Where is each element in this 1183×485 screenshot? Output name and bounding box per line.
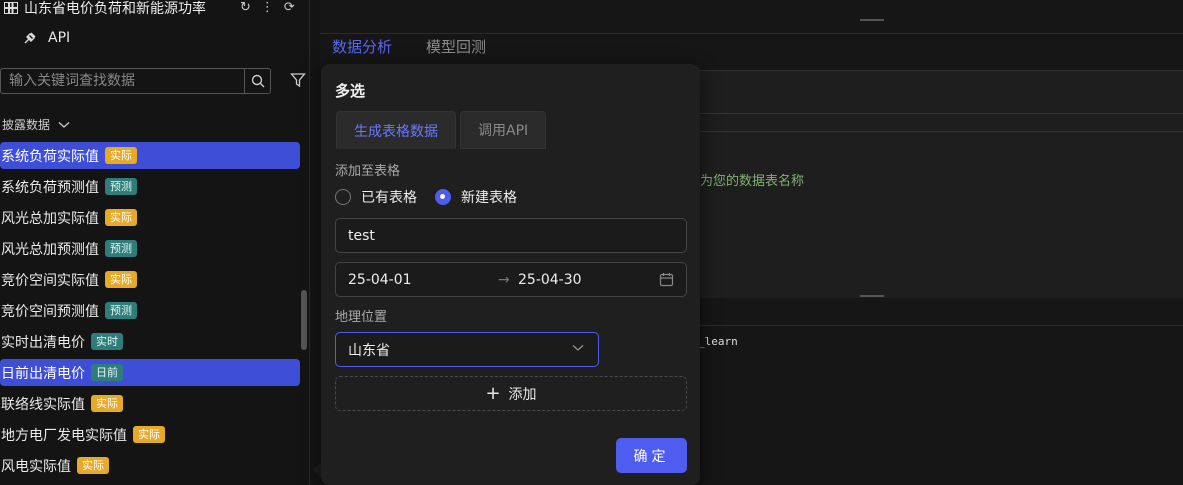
table-name-value: test — [348, 227, 375, 244]
hint-text: 为您的数据表名称 — [700, 174, 805, 189]
list-item[interactable]: 系统负荷预测值 预测 — [0, 173, 300, 200]
list-item[interactable]: 地方电厂发电实际值 实际 — [0, 421, 300, 448]
status-badge: 预测 — [105, 240, 137, 257]
sidebar-title-text: 山东省电价负荷和新能源功率 — [24, 1, 206, 17]
chevron-down-icon — [572, 345, 584, 351]
tab-generate-table[interactable]: 生成表格数据 — [336, 111, 456, 149]
table-icon — [4, 2, 18, 14]
list-item[interactable]: 日前出清电价 日前 — [0, 359, 300, 386]
sidebar-title-actions: ↻ ⋮ ⟳ — [240, 0, 295, 15]
add-button[interactable]: + 添加 — [335, 376, 687, 411]
date-end[interactable]: 25-04-30 — [518, 272, 658, 288]
status-badge: 实时 — [91, 333, 123, 350]
status-badge: 预测 — [105, 178, 137, 195]
add-to-table-label: 添加至表格 — [335, 164, 401, 179]
list-item[interactable]: 风电实际值 实际 — [0, 452, 300, 479]
list-item[interactable]: 风光总加实际值 实际 — [0, 204, 300, 231]
list-item[interactable]: 系统负荷实际值 实际 — [0, 142, 300, 169]
filter-icon[interactable] — [290, 72, 306, 88]
radio-existing-table[interactable]: 已有表格 — [335, 187, 417, 207]
multi-select-popover: 多选 生成表格数据 调用API 添加至表格 已有表格 新建表格 test 25-… — [321, 64, 700, 485]
radio-existing-label: 已有表格 — [361, 190, 417, 206]
geo-label: 地理位置 — [335, 310, 388, 325]
list-item-label: 系统负荷实际值 — [1, 148, 99, 165]
table-radio-group: 已有表格 新建表格 — [335, 187, 517, 207]
tab-call-api[interactable]: 调用API — [460, 111, 547, 149]
api-link[interactable]: API — [22, 30, 70, 46]
table-name-input[interactable]: test — [335, 218, 687, 253]
tab-model-backtest[interactable]: 模型回测 — [426, 36, 486, 57]
status-badge: 实际 — [133, 426, 165, 443]
search-input[interactable] — [1, 69, 244, 93]
list-item[interactable]: 竞价空间实际值 实际 — [0, 266, 300, 293]
plus-icon: + — [485, 382, 501, 404]
date-range-picker[interactable]: 25-04-01 → 25-04-30 — [335, 262, 687, 297]
tab-data-analysis[interactable]: 数据分析 — [332, 36, 392, 57]
radio-checked-icon — [435, 189, 451, 205]
refresh-icon[interactable]: ↻ — [240, 0, 251, 15]
status-badge: 实际 — [105, 147, 137, 164]
chevron-down-icon — [58, 121, 70, 128]
search-button[interactable] — [244, 69, 270, 93]
list-item-label: 实时出清电价 — [1, 334, 85, 351]
resize-handle[interactable] — [860, 19, 884, 21]
more-icon[interactable]: ⋮ — [261, 0, 274, 15]
section-header[interactable]: 披露数据 — [2, 116, 70, 133]
list-item-label: 风光总加预测值 — [1, 241, 99, 258]
list-item-label: 系统负荷预测值 — [1, 179, 99, 196]
list-item-label: 竞价空间实际值 — [1, 272, 99, 289]
status-badge: 实际 — [105, 209, 137, 226]
list-item-label: 日前出清电价 — [1, 365, 85, 382]
date-start[interactable]: 25-04-01 — [348, 272, 498, 288]
list-item-label: 地方电厂发电实际值 — [1, 427, 127, 444]
status-badge: 预测 — [105, 302, 137, 319]
list-item[interactable]: 竞价空间预测值 预测 — [0, 297, 300, 324]
sidebar-title: 山东省电价负荷和新能源功率 — [4, 0, 206, 17]
list-item-label: 竞价空间预测值 — [1, 303, 99, 320]
list-item[interactable]: 联络线实际值 实际 — [0, 390, 300, 417]
add-label: 添加 — [508, 386, 537, 403]
resize-handle[interactable] — [860, 295, 884, 297]
list-item[interactable]: 风光总加预测值 预测 — [0, 235, 300, 262]
code-text: _learn — [698, 335, 738, 348]
geo-select[interactable]: 山东省 — [335, 332, 599, 367]
plug-icon — [24, 32, 36, 44]
arrow-right-icon: → — [498, 271, 510, 288]
top-panel — [320, 0, 1183, 34]
list-item[interactable]: 实时出清电价 实时 — [0, 328, 300, 355]
popover-title: 多选 — [335, 82, 366, 100]
popover-arrow — [313, 462, 321, 478]
list-item-label: 风电实际值 — [1, 458, 71, 475]
status-badge: 实际 — [105, 271, 137, 288]
reload-icon[interactable]: ⟳ — [284, 0, 295, 15]
list-item-label: 联络线实际值 — [1, 396, 85, 413]
status-badge: 日前 — [91, 364, 123, 381]
list-item-label: 风光总加实际值 — [1, 210, 99, 227]
section-title: 披露数据 — [2, 118, 51, 132]
radio-new-table[interactable]: 新建表格 — [435, 187, 517, 207]
confirm-button[interactable]: 确定 — [616, 438, 687, 473]
radio-unchecked-icon — [335, 189, 351, 205]
search-icon — [251, 74, 264, 88]
sidebar: 山东省电价负荷和新能源功率 ↻ ⋮ ⟳ API 披露数据 系统负荷实际值实际系统… — [0, 0, 310, 485]
main-tabs: 数据分析 模型回测 — [332, 36, 486, 57]
popover-tabs: 生成表格数据 调用API — [336, 111, 547, 149]
radio-new-label: 新建表格 — [461, 190, 517, 206]
scrollbar[interactable] — [301, 290, 307, 350]
divider — [692, 113, 1183, 114]
status-badge: 实际 — [91, 395, 123, 412]
status-badge: 实际 — [77, 457, 109, 474]
data-list: 系统负荷实际值 实际 系统负荷预测值 预测 风光总加实际值 实际 风光总加预测值 预测 竞价空间… — [0, 142, 300, 483]
api-label: API — [48, 30, 71, 46]
search-box — [0, 68, 271, 94]
divider — [692, 325, 1183, 326]
calendar-icon — [659, 273, 674, 287]
divider — [692, 131, 1183, 132]
geo-value: 山东省 — [348, 342, 390, 359]
